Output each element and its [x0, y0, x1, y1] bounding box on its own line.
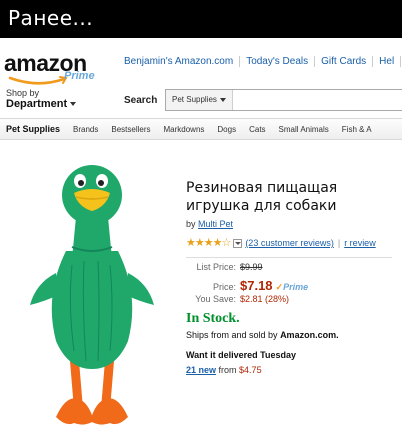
- price-label: Price:: [212, 282, 236, 292]
- ships-prefix: Ships from and sold by: [186, 330, 278, 340]
- top-link-account[interactable]: Benjamin's Amazon.com: [117, 56, 241, 67]
- search-input[interactable]: Pet Supplies: [165, 89, 402, 111]
- checkmark-icon: ✓: [275, 282, 284, 292]
- product-panel: Резиновая пищащая игрушка для собаки by …: [0, 141, 402, 435]
- list-price-row: List Price: $9.99: [186, 262, 392, 278]
- new-offers-link[interactable]: 21 new: [186, 365, 216, 375]
- seller-name: Amazon.com.: [280, 330, 339, 340]
- price-value: $7.18: [240, 278, 273, 293]
- price-box: List Price: $9.99 Price: $7.18 ✓Prime You S…: [186, 257, 392, 310]
- caption-bar: Ранее...: [0, 0, 402, 38]
- reviews-link[interactable]: (23 customer reviews): [245, 238, 334, 248]
- category-brands[interactable]: Brands: [73, 120, 104, 139]
- chevron-down-icon: [70, 102, 77, 107]
- logo-prime: Prime: [64, 70, 95, 82]
- top-link-gift-cards[interactable]: Gift Cards: [315, 56, 374, 67]
- category-markdowns[interactable]: Markdowns: [164, 120, 211, 139]
- smile-arrow-icon: [8, 76, 68, 85]
- search-category-select[interactable]: Pet Supplies: [166, 90, 233, 110]
- list-price-label: List Price:: [196, 262, 236, 272]
- savings-row: You Save: $2.81 (28%): [186, 294, 392, 310]
- amazon-logo[interactable]: amazon Prime: [4, 50, 104, 86]
- brand-link[interactable]: Multi Pet: [198, 219, 233, 229]
- department-text: Department: [6, 98, 68, 110]
- shop-by-department[interactable]: Shop by Department: [6, 88, 77, 111]
- category-dogs[interactable]: Dogs: [217, 120, 242, 139]
- divider: |: [337, 238, 341, 248]
- category-small-animals[interactable]: Small Animals: [279, 120, 335, 139]
- ships-from: Ships from and sold by Amazon.com.: [186, 330, 339, 340]
- product-byline: by Multi Pet: [186, 219, 233, 229]
- by-label: by: [186, 219, 196, 229]
- rating-dropdown-icon[interactable]: [233, 239, 243, 249]
- caption-text: Ранее...: [8, 6, 94, 30]
- category-cats[interactable]: Cats: [249, 120, 271, 139]
- top-link-deals[interactable]: Today's Deals: [240, 56, 316, 67]
- write-review-link[interactable]: r review: [344, 238, 376, 248]
- department-label: Department: [6, 98, 77, 111]
- delivery-message: Want it delivered Tuesday: [186, 350, 297, 360]
- category-bestsellers[interactable]: Bestsellers: [111, 120, 156, 139]
- category-pet-supplies[interactable]: Pet Supplies: [6, 119, 66, 139]
- shop-by-label: Shop by: [6, 88, 40, 98]
- top-links: Benjamin's Amazon.com Today's Deals Gift C…: [117, 56, 402, 72]
- site-header: amazon Prime Benjamin's Amazon.com Today'…: [0, 38, 402, 118]
- prime-badge: ✓Prime: [276, 282, 309, 292]
- price-row: Price: $7.18 ✓Prime: [186, 278, 392, 294]
- star-rating-icon[interactable]: ★★★★☆: [186, 237, 231, 249]
- product-title: Резиновая пищащая игрушка для собаки: [186, 180, 338, 214]
- rating-row: ★★★★☆ (23 customer reviews) | r review: [186, 236, 402, 249]
- new-from-label: from: [218, 365, 237, 375]
- category-fish[interactable]: Fish & A: [342, 120, 378, 139]
- category-bar: Pet Supplies Brands Bestsellers Markdowns Do…: [0, 118, 402, 140]
- list-price-value: $9.99: [240, 262, 263, 272]
- prime-badge-label: Prime: [283, 282, 309, 292]
- new-offers: 21 new from $4.75: [186, 365, 262, 375]
- stock-status: In Stock.: [186, 311, 240, 326]
- chevron-down-icon: [219, 97, 226, 102]
- savings-label: You Save:: [195, 294, 236, 304]
- savings-value: $2.81 (28%): [240, 294, 290, 304]
- product-image[interactable]: [22, 155, 162, 433]
- search-label: Search: [124, 95, 158, 106]
- new-from-price: $4.75: [239, 365, 262, 375]
- top-link-help[interactable]: Hel: [373, 56, 402, 67]
- search-category-value: Pet Supplies: [172, 95, 217, 104]
